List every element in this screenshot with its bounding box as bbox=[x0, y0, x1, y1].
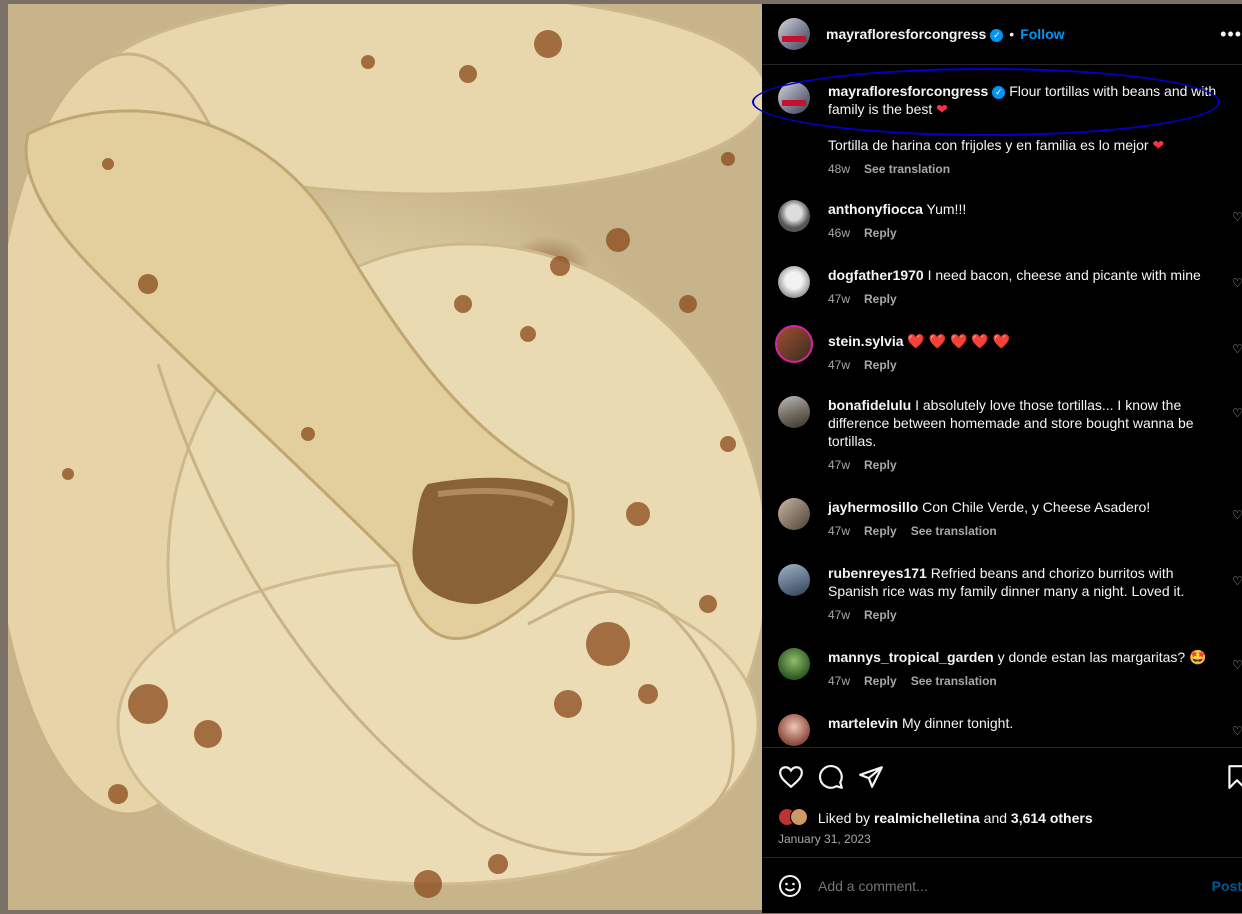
comment-meta: 47w Reply bbox=[828, 456, 1220, 474]
comment-like-heart-icon[interactable]: ♡ bbox=[1232, 342, 1242, 356]
comment-body: anthonyfiocca Yum!!! 46w Reply bbox=[828, 200, 1220, 242]
separator-dot: • bbox=[1009, 26, 1015, 42]
reply-link[interactable]: Reply bbox=[864, 674, 897, 688]
liked-by-and: and bbox=[983, 810, 1008, 826]
reply-link[interactable]: Reply bbox=[864, 358, 897, 372]
heart-icon[interactable] bbox=[778, 764, 804, 790]
commenter-avatar[interactable] bbox=[778, 266, 810, 298]
reply-link[interactable]: Reply bbox=[864, 458, 897, 472]
comment-meta: 47w Reply bbox=[828, 606, 1220, 624]
bookmark-icon[interactable] bbox=[1224, 764, 1242, 790]
post-header: mayrafloresforcongress ✓ • Follow ••• bbox=[762, 4, 1242, 65]
paper-plane-icon[interactable] bbox=[858, 764, 884, 790]
post-detail-panel: mayrafloresforcongress ✓ • Follow ••• mayra… bbox=[752, 4, 1242, 914]
comment-body: stein.sylvia ❤️ ❤️ ❤️ ❤️ ❤️ 47w Reply bbox=[828, 332, 1220, 374]
comment-username[interactable]: stein.sylvia bbox=[828, 333, 904, 349]
comment-text: My dinner tonight. bbox=[901, 715, 1014, 731]
caption-time: 48w bbox=[828, 162, 851, 176]
comment-like-heart-icon[interactable]: ♡ bbox=[1232, 574, 1242, 588]
author-username[interactable]: mayrafloresforcongress bbox=[826, 26, 986, 42]
more-options-icon[interactable]: ••• bbox=[1220, 24, 1242, 45]
comment-body: martelevin My dinner tonight. bbox=[828, 714, 1220, 732]
commenter-avatar[interactable] bbox=[778, 498, 810, 530]
caption-username[interactable]: mayrafloresforcongress bbox=[828, 83, 988, 99]
liked-by-user[interactable]: realmichelletina bbox=[874, 810, 980, 826]
comment-username[interactable]: jayhermosillo bbox=[828, 499, 918, 515]
comment-body: bonafidelulu I absolutely love those tor… bbox=[828, 396, 1220, 474]
liked-by-prefix: Liked by bbox=[817, 810, 871, 826]
comment-time: 47w bbox=[828, 608, 851, 622]
comment-like-heart-icon[interactable]: ♡ bbox=[1232, 210, 1242, 224]
comment-body: mannys_tropical_garden y donde estan las… bbox=[828, 648, 1220, 690]
reply-link[interactable]: Reply bbox=[864, 292, 897, 306]
follow-button[interactable]: Follow bbox=[1020, 26, 1064, 42]
comment-meta: 47w Reply See translation bbox=[828, 522, 1220, 540]
comment-text: Yum!!! bbox=[926, 201, 967, 217]
see-translation-link[interactable]: See translation bbox=[864, 162, 950, 176]
author-line: mayrafloresforcongress ✓ • Follow bbox=[826, 26, 1065, 44]
comment-like-heart-icon[interactable]: ♡ bbox=[1232, 508, 1242, 522]
commenter-avatar[interactable] bbox=[778, 648, 810, 680]
reply-link[interactable]: Reply bbox=[864, 226, 897, 240]
comment-meta: 46w Reply bbox=[828, 224, 1220, 242]
commenter-avatar[interactable] bbox=[778, 200, 810, 232]
comment-meta: 47w Reply See translation bbox=[828, 672, 1220, 690]
comment-text: y donde estan las margaritas? 🤩 bbox=[997, 649, 1207, 665]
verified-badge-icon: ✓ bbox=[992, 86, 1006, 99]
post-date: January 31, 2023 bbox=[778, 832, 871, 846]
post-comment-button[interactable]: Post bbox=[1212, 878, 1242, 894]
commenter-avatar[interactable] bbox=[778, 714, 810, 746]
comment-username[interactable]: mannys_tropical_garden bbox=[828, 649, 994, 665]
comment-username[interactable]: martelevin bbox=[828, 715, 898, 731]
red-heart-emoji: ❤ bbox=[936, 101, 948, 117]
comment-like-heart-icon[interactable]: ♡ bbox=[1232, 658, 1242, 672]
comment-body: dogfather1970 I need bacon, cheese and p… bbox=[828, 266, 1220, 308]
comment-like-heart-icon[interactable]: ♡ bbox=[1232, 724, 1242, 738]
comment-body: jayhermosillo Con Chile Verde, y Cheese … bbox=[828, 498, 1220, 540]
post-photo-tortillas[interactable] bbox=[8, 4, 762, 910]
comment-body: rubenreyes171 Refried beans and chorizo … bbox=[828, 564, 1220, 624]
comment-time: 47w bbox=[828, 674, 851, 688]
red-heart-emoji: ❤ bbox=[1152, 137, 1165, 153]
liked-by-line: Liked by realmichelletina and 3,614 othe… bbox=[778, 808, 1093, 826]
see-translation-link[interactable]: See translation bbox=[911, 524, 997, 538]
comment-time: 47w bbox=[828, 292, 851, 306]
emoji-smile-icon[interactable] bbox=[778, 874, 802, 898]
reply-link[interactable]: Reply bbox=[864, 524, 897, 538]
comment-time: 46w bbox=[828, 226, 851, 240]
comment-username[interactable]: anthonyfiocca bbox=[828, 201, 923, 217]
caption-avatar[interactable] bbox=[778, 82, 810, 114]
comment-bubble-icon[interactable] bbox=[818, 764, 844, 790]
comment-text: I need bacon, cheese and picante with mi… bbox=[927, 267, 1201, 283]
add-comment-input[interactable] bbox=[818, 878, 1198, 894]
see-translation-link[interactable]: See translation bbox=[911, 674, 997, 688]
comment-time: 47w bbox=[828, 524, 851, 538]
tortilla-illustration bbox=[8, 4, 762, 898]
reply-link[interactable]: Reply bbox=[864, 608, 897, 622]
comment-username[interactable]: bonafidelulu bbox=[828, 397, 911, 413]
author-avatar[interactable] bbox=[778, 18, 810, 50]
caption-spanish-line: Tortilla de harina con frijoles y en fam… bbox=[828, 136, 1220, 154]
caption-text-block: mayrafloresforcongress ✓ Flour tortillas … bbox=[828, 82, 1220, 178]
comment-meta: 47w Reply bbox=[828, 356, 1220, 374]
comment-text: ❤️ ❤️ ❤️ ❤️ ❤️ bbox=[907, 333, 1011, 349]
post-actions: Liked by realmichelletina and 3,614 othe… bbox=[762, 747, 1242, 858]
liker-avatar[interactable] bbox=[790, 808, 808, 826]
comment-meta: 47w Reply bbox=[828, 290, 1220, 308]
comment-time: 47w bbox=[828, 458, 851, 472]
comment-username[interactable]: rubenreyes171 bbox=[828, 565, 927, 581]
caption-spanish: Tortilla de harina con frijoles y en fam… bbox=[828, 137, 1149, 153]
comment-username[interactable]: dogfather1970 bbox=[828, 267, 924, 283]
comment-like-heart-icon[interactable]: ♡ bbox=[1232, 406, 1242, 420]
caption-meta: 48w See translation bbox=[828, 160, 1220, 178]
commenter-avatar[interactable] bbox=[778, 396, 810, 428]
add-comment-bar: Post bbox=[762, 857, 1242, 914]
verified-badge-icon: ✓ bbox=[990, 29, 1004, 42]
comment-text: Con Chile Verde, y Cheese Asadero! bbox=[922, 499, 1151, 515]
comment-like-heart-icon[interactable]: ♡ bbox=[1232, 276, 1242, 290]
commenter-avatar[interactable] bbox=[778, 564, 810, 596]
commenter-avatar-story-ring[interactable] bbox=[775, 325, 813, 363]
comment-time: 47w bbox=[828, 358, 851, 372]
liked-by-others[interactable]: 3,614 others bbox=[1011, 810, 1093, 826]
